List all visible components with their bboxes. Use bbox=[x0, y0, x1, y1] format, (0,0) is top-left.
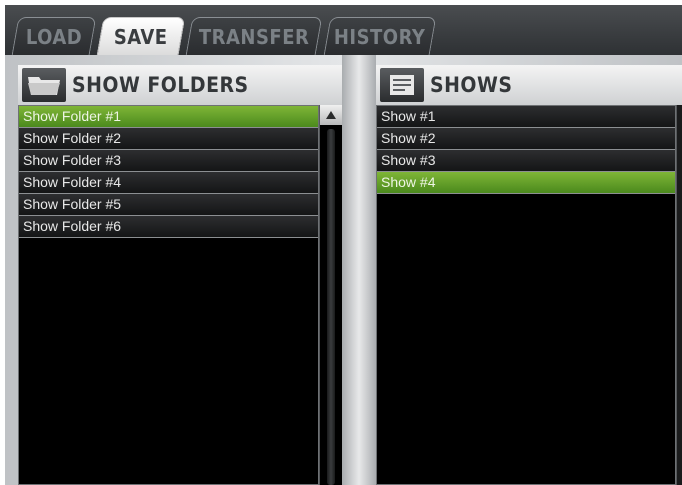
tab-bar: LOAD SAVE TRANSFER HISTORY bbox=[5, 5, 682, 55]
arrow-up-icon bbox=[326, 111, 336, 119]
show-folders-header: SHOW FOLDERS bbox=[18, 65, 342, 106]
list-item[interactable]: Show Folder #1 bbox=[19, 106, 318, 128]
tab-load[interactable]: LOAD bbox=[11, 17, 97, 55]
list-item[interactable]: Show Folder #4 bbox=[19, 172, 318, 194]
folder-icon bbox=[22, 68, 66, 102]
save-page-content: SHOW FOLDERS Show Folder #1 Show Folder … bbox=[5, 55, 682, 485]
folders-scrollbar[interactable] bbox=[319, 105, 342, 485]
shows-title: SHOWS bbox=[430, 73, 513, 97]
scrollbar-track[interactable] bbox=[327, 129, 335, 485]
show-folders-title: SHOW FOLDERS bbox=[72, 73, 249, 97]
shows-list[interactable]: Show #1 Show #2 Show #3 Show #4 bbox=[376, 105, 676, 485]
show-folders-list[interactable]: Show Folder #1 Show Folder #2 Show Folde… bbox=[18, 105, 319, 485]
list-item[interactable]: Show #4 bbox=[377, 172, 675, 194]
list-item[interactable]: Show Folder #5 bbox=[19, 194, 318, 216]
list-item[interactable]: Show #2 bbox=[377, 128, 675, 150]
tab-save-label: SAVE bbox=[114, 24, 168, 49]
tab-transfer-label: TRANSFER bbox=[198, 24, 310, 49]
tab-load-label: LOAD bbox=[25, 24, 83, 49]
shows-scrollbar[interactable] bbox=[676, 105, 682, 485]
scroll-up-button[interactable] bbox=[320, 105, 342, 125]
shows-header: SHOWS bbox=[376, 65, 682, 106]
list-item[interactable]: Show Folder #3 bbox=[19, 150, 318, 172]
tab-history-label: HISTORY bbox=[334, 24, 426, 49]
list-item[interactable]: Show Folder #6 bbox=[19, 216, 318, 238]
tab-save[interactable]: SAVE bbox=[96, 17, 186, 55]
list-item[interactable]: Show #3 bbox=[377, 150, 675, 172]
panel-separator bbox=[342, 55, 376, 485]
list-item[interactable]: Show #1 bbox=[377, 106, 675, 128]
document-icon bbox=[380, 68, 424, 102]
list-item[interactable]: Show Folder #2 bbox=[19, 128, 318, 150]
tab-transfer[interactable]: TRANSFER bbox=[185, 17, 323, 55]
tab-history[interactable]: HISTORY bbox=[323, 17, 437, 55]
